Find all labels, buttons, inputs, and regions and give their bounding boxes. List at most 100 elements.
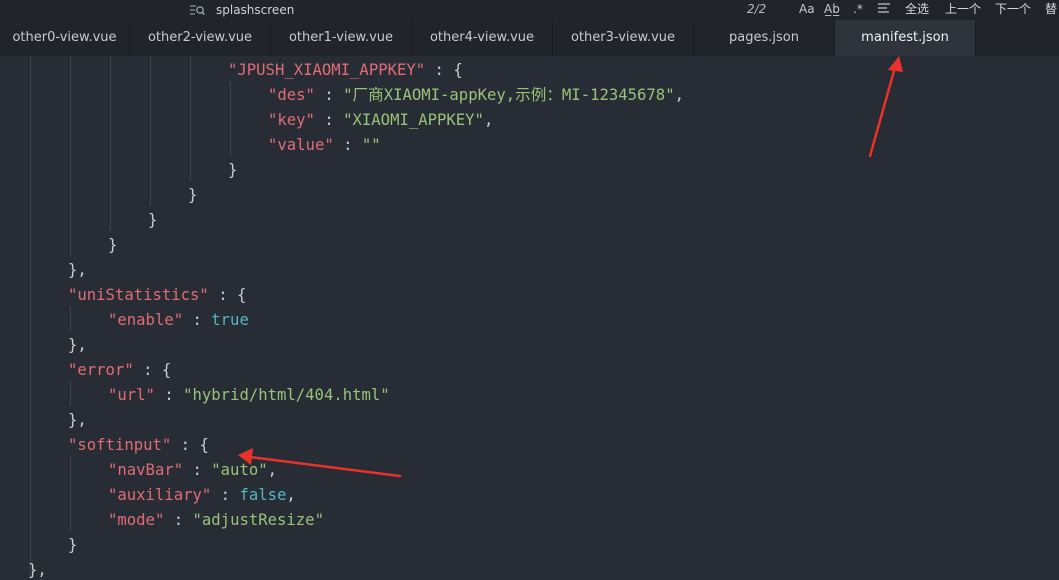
code-token: , — [483, 111, 494, 129]
code-token: }, — [68, 261, 87, 279]
code-token: : { — [171, 436, 209, 454]
code-line[interactable]: "des" : "厂商XIAOMI-appKey,示例：MI-12345678"… — [268, 83, 684, 108]
code-token: false — [239, 486, 287, 504]
tab-label: other0-view.vue — [12, 30, 117, 45]
code-token: , — [286, 486, 296, 504]
code-token: : { — [133, 361, 172, 379]
tab-label: other1-view.vue — [288, 30, 394, 45]
code-token: "softinput" — [68, 436, 172, 454]
tab-other4-view[interactable]: other4-view.vue — [412, 20, 553, 56]
search-input[interactable]: splashscreen — [216, 2, 294, 18]
code-token: } — [148, 211, 158, 229]
code-token: "url" — [108, 386, 155, 404]
match-case-toggle[interactable]: Aa — [799, 1, 815, 17]
code-line[interactable]: "error" : { — [68, 358, 171, 383]
tab-other0-view[interactable]: other0-view.vue — [0, 20, 130, 56]
match-count: 2/2 — [747, 2, 767, 16]
code-token: true — [211, 311, 249, 329]
tab-label: other4-view.vue — [429, 30, 535, 45]
code-token: , — [267, 461, 278, 479]
code-line[interactable]: "JPUSH_XIAOMI_APPKEY" : { — [228, 58, 463, 83]
indent-guide — [30, 56, 31, 580]
code-token: : — [211, 486, 240, 504]
whole-word-toggle[interactable]: A̲b̲ — [824, 1, 840, 17]
code-token: "auxiliary" — [108, 486, 212, 504]
indent-guide — [70, 456, 71, 531]
find-next-button[interactable]: 下一个 — [995, 1, 1031, 17]
code-token: "enable" — [108, 311, 184, 329]
code-token: "des" — [268, 86, 315, 104]
code-line[interactable]: }, — [28, 558, 47, 580]
code-token: : — [333, 136, 362, 154]
code-token: "error" — [68, 361, 134, 379]
code-token: } — [68, 536, 78, 554]
code-token: : — [154, 386, 184, 404]
code-token: }, — [28, 561, 47, 579]
code-token: }, — [68, 336, 87, 354]
code-token: : — [314, 86, 344, 104]
editor-tab-bar: other0-view.vue other2-view.vue other1-v… — [0, 20, 1059, 56]
code-token: : — [183, 461, 212, 479]
code-token: : — [183, 311, 212, 329]
code-token: "value" — [268, 136, 334, 154]
code-token: , — [674, 86, 684, 104]
code-token: "" — [361, 136, 381, 154]
code-line[interactable]: "mode" : "adjustResize" — [108, 508, 324, 533]
tab-manifest-json[interactable]: manifest.json — [835, 20, 976, 56]
code-token: "JPUSH_XIAOMI_APPKEY" — [228, 61, 426, 79]
code-line[interactable]: "softinput" : { — [68, 433, 209, 458]
code-line[interactable]: "uniStatistics" : { — [68, 283, 246, 308]
code-token: "XIAOMI_APPKEY" — [343, 111, 484, 129]
code-token: : — [164, 511, 193, 529]
code-line[interactable]: } — [228, 158, 237, 183]
indent-guide — [70, 381, 71, 406]
tab-other2-view[interactable]: other2-view.vue — [130, 20, 271, 56]
code-token: "adjustResize" — [192, 511, 324, 529]
code-token: "mode" — [108, 511, 165, 529]
code-token: "navBar" — [108, 461, 184, 479]
code-line[interactable]: }, — [68, 408, 87, 433]
tab-label: other2-view.vue — [147, 30, 253, 45]
find-prev-button[interactable]: 上一个 — [945, 1, 981, 17]
code-token: "hybrid/html/404.html" — [183, 386, 390, 404]
code-token: "uniStatistics" — [68, 286, 209, 304]
indent-guide — [70, 56, 71, 256]
code-line[interactable]: "auxiliary" : false, — [108, 483, 296, 508]
code-token: : { — [425, 61, 463, 79]
code-token: "厂商XIAOMI-appKey,示例：MI-12345678" — [343, 86, 675, 104]
indent-guide — [70, 306, 71, 331]
tab-pages-json[interactable]: pages.json — [694, 20, 835, 56]
code-line[interactable]: } — [148, 208, 157, 233]
select-all-button[interactable]: 全选 — [905, 1, 929, 17]
code-line[interactable]: "key" : "XIAOMI_APPKEY", — [268, 108, 493, 133]
indent-guide — [110, 56, 111, 231]
tab-other1-view[interactable]: other1-view.vue — [271, 20, 412, 56]
code-line[interactable]: "value" : "" — [268, 133, 381, 158]
code-line[interactable]: }, — [68, 333, 87, 358]
code-line[interactable]: } — [188, 183, 197, 208]
code-editor[interactable]: "JPUSH_XIAOMI_APPKEY" : {"des" : "厂商XIAO… — [0, 56, 1059, 580]
tab-label: other3-view.vue — [570, 30, 676, 45]
code-line[interactable]: } — [108, 233, 117, 258]
code-token: : { — [208, 286, 247, 304]
code-line[interactable]: } — [68, 533, 77, 558]
code-token: : — [314, 111, 344, 129]
indent-guide — [190, 56, 191, 181]
in-selection-icon[interactable] — [877, 1, 891, 17]
annotation-arrow-icon — [868, 56, 903, 158]
tab-label: pages.json — [729, 30, 799, 45]
code-line[interactable]: }, — [68, 258, 87, 283]
code-token: } — [108, 236, 118, 254]
regex-toggle[interactable]: .* — [853, 1, 863, 17]
tab-label: manifest.json — [861, 30, 949, 45]
indent-guide — [150, 56, 151, 206]
tab-other3-view[interactable]: other3-view.vue — [553, 20, 694, 56]
code-token: } — [188, 186, 198, 204]
code-line[interactable]: "url" : "hybrid/html/404.html" — [108, 383, 390, 408]
code-line[interactable]: "navBar" : "auto", — [108, 458, 277, 483]
code-token: }, — [68, 411, 87, 429]
code-token: "key" — [268, 111, 315, 129]
search-icon — [189, 2, 205, 18]
code-line[interactable]: "enable" : true — [108, 308, 249, 333]
replace-button[interactable]: 替 — [1045, 1, 1057, 17]
